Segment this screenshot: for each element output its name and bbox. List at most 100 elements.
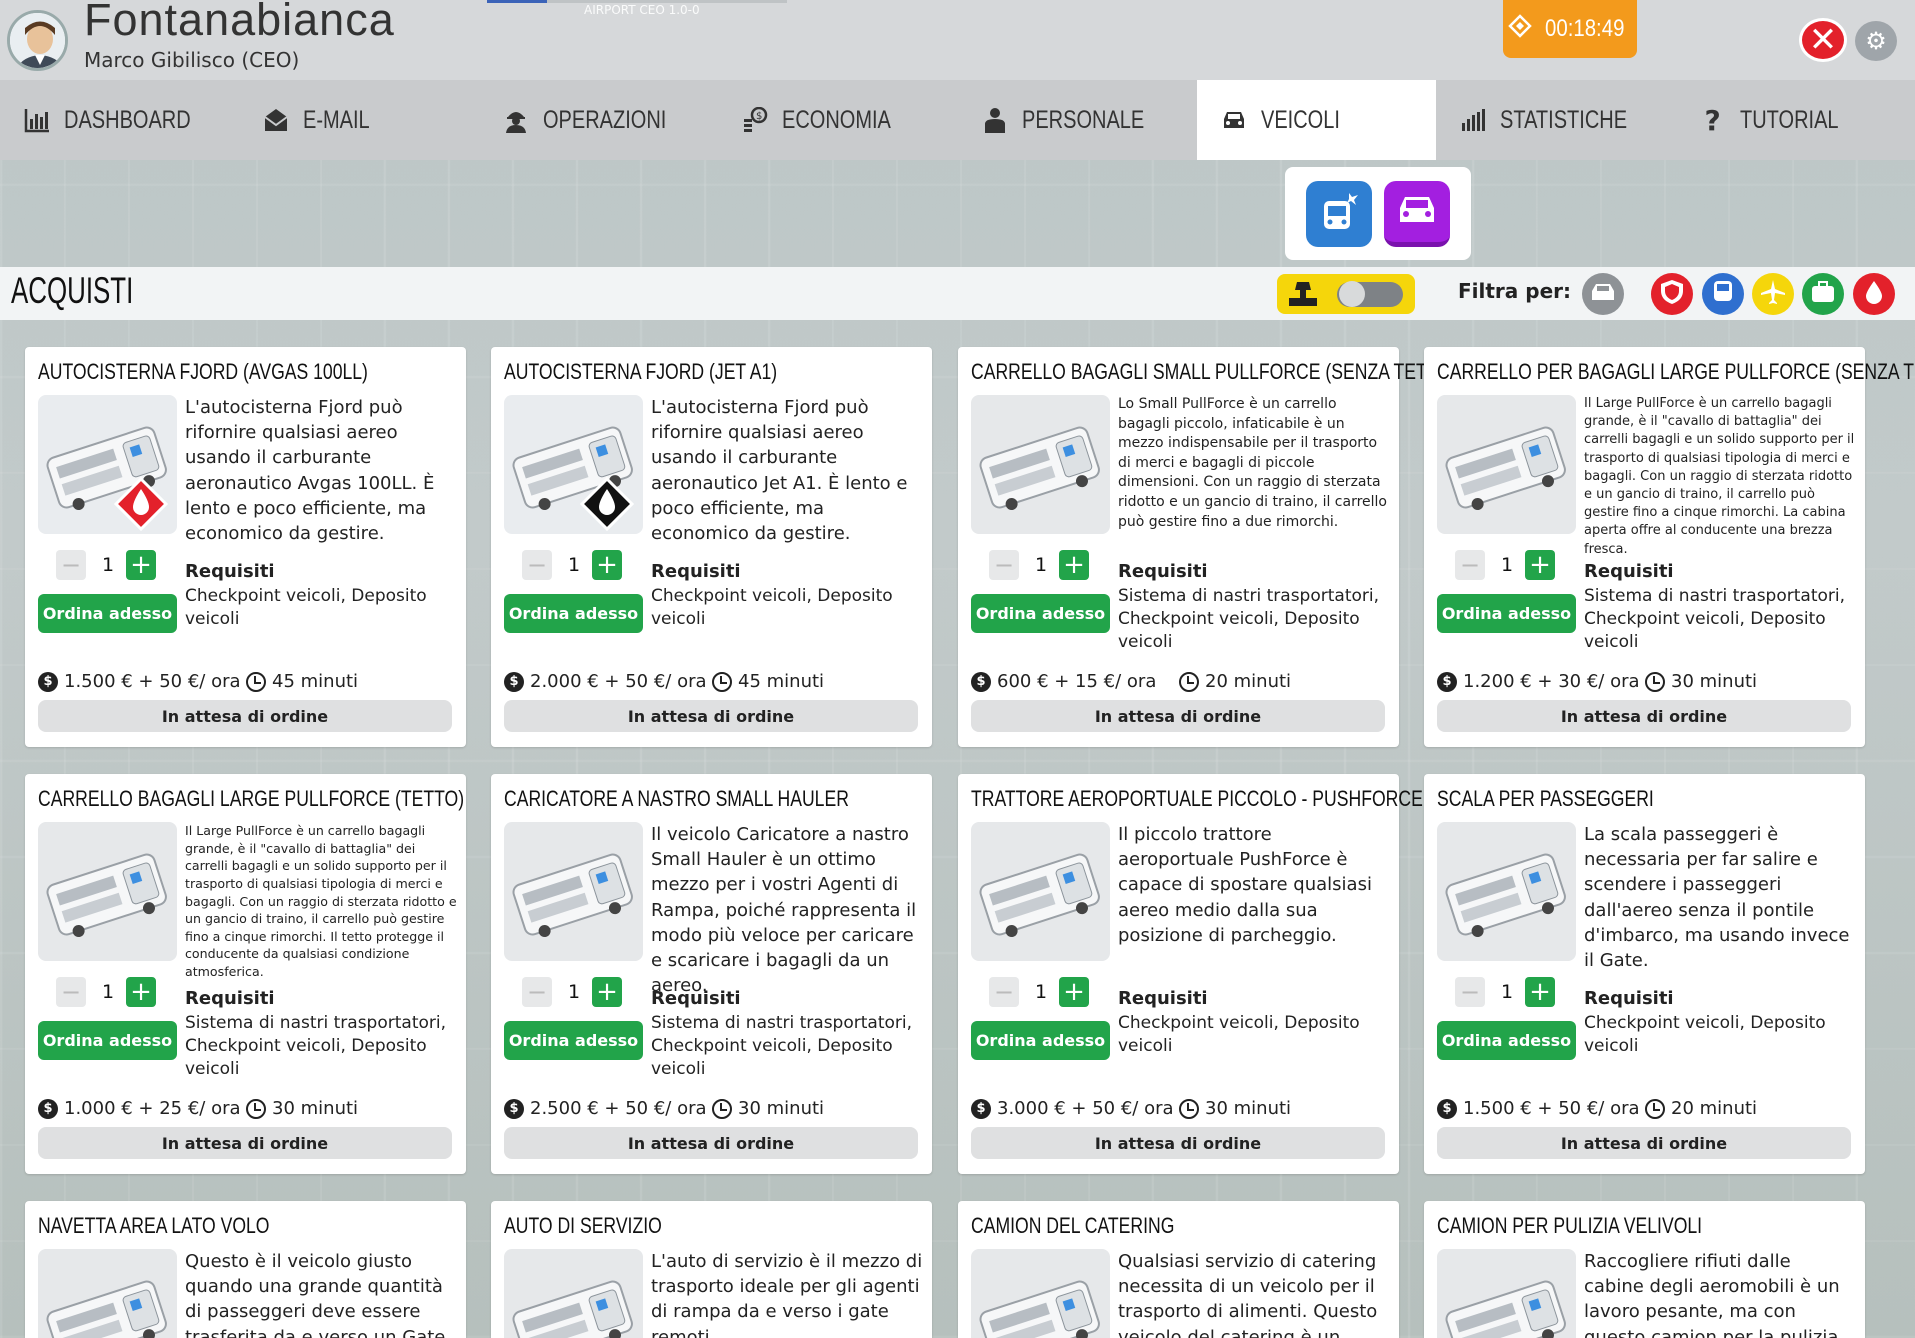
card-title-text: Caricatore a nastro Small Hauler xyxy=(504,786,849,811)
vehicle-card: Autocisterna Fjord (Jet A1) L'autocistern… xyxy=(491,347,932,747)
quantity-value: 1 xyxy=(101,554,115,576)
quantity-stepper: −1 + xyxy=(1455,977,1590,1007)
decrease-button[interactable]: − xyxy=(56,977,86,1007)
plus-icon: + xyxy=(1063,977,1085,1007)
vehicle-image xyxy=(46,853,167,937)
price-value: 1.500 € + 50 €/ ora xyxy=(1463,1098,1640,1119)
increase-button[interactable]: + xyxy=(592,550,622,580)
filter-baggage[interactable] xyxy=(1802,273,1844,315)
quantity-stepper: −1 + xyxy=(1455,550,1590,580)
tab-dashboard[interactable]: Dashboard xyxy=(0,80,239,160)
price-value: 3.000 € + 50 €/ ora xyxy=(997,1098,1174,1119)
minus-icon: − xyxy=(526,551,548,579)
tab-label: Dashboard xyxy=(64,105,191,134)
increase-button[interactable]: + xyxy=(1059,977,1089,1007)
game-timer[interactable]: 00:18:49 xyxy=(1503,0,1637,58)
subnav-airside-vehicles[interactable] xyxy=(1306,180,1372,247)
decrease-button[interactable]: − xyxy=(1455,977,1485,1007)
card-title-text: Autocisterna Fjord (Avgas 100LL) xyxy=(38,359,368,384)
settings-button[interactable]: ⚙ xyxy=(1855,21,1897,61)
clock-icon xyxy=(246,1098,266,1119)
person-icon xyxy=(982,107,1008,133)
time-value: 45 minuti xyxy=(738,671,825,692)
airport-bus-icon xyxy=(1316,189,1362,239)
order-status: In attesa di ordine xyxy=(38,1127,452,1159)
order-status: In attesa di ordine xyxy=(1437,1127,1851,1159)
order-now-button[interactable]: Ordina adesso xyxy=(38,594,177,633)
card-title: Auto di servizio xyxy=(504,1213,701,1239)
filter-security[interactable] xyxy=(1651,273,1693,315)
order-status: In attesa di ordine xyxy=(504,700,918,732)
section-title: Acquisti xyxy=(11,269,186,312)
increase-button[interactable]: + xyxy=(592,977,622,1007)
order-now-button[interactable]: Ordina adesso xyxy=(971,594,1110,633)
vehicle-image xyxy=(979,426,1100,510)
order-now-button[interactable]: Ordina adesso xyxy=(1437,1021,1576,1060)
tab-label: Statistiche xyxy=(1500,105,1628,134)
time-value: 30 minuti xyxy=(738,1098,825,1119)
vehicle-thumbnail xyxy=(504,822,643,961)
filter-all-vehicles[interactable] xyxy=(1582,273,1624,315)
order-now-button[interactable]: Ordina adesso xyxy=(971,1021,1110,1060)
toggle-switch[interactable] xyxy=(1337,281,1403,307)
subnav-service-vehicles[interactable] xyxy=(1384,180,1450,247)
tab-email[interactable]: E-mail xyxy=(239,80,478,160)
order-now-button[interactable]: Ordina adesso xyxy=(504,594,643,633)
card-description: L'autocisterna Fjord può rifornire quals… xyxy=(185,397,435,544)
clock-icon xyxy=(712,1098,732,1119)
delivery-time: 30 minuti xyxy=(712,1098,824,1119)
filter-bus[interactable] xyxy=(1702,273,1744,315)
increase-button[interactable]: + xyxy=(126,550,156,580)
order-now-button[interactable]: Ordina adesso xyxy=(38,1021,177,1060)
price-value: 2.500 € + 50 €/ ora xyxy=(530,1098,707,1119)
decrease-button[interactable]: − xyxy=(989,977,1019,1007)
time-value: 20 minuti xyxy=(1205,671,1292,692)
minus-icon: − xyxy=(993,978,1015,1006)
section-title-text: Acquisti xyxy=(11,270,134,311)
coins-icon: $ xyxy=(742,107,768,133)
card-title-text: Carrello bagagli Large PullForce (tetto) xyxy=(38,786,465,811)
card-description: Lo Small PullForce è un carrello bagagli… xyxy=(1118,396,1387,530)
close-icon: ✕ xyxy=(1808,20,1838,60)
filter-fuel[interactable] xyxy=(1853,273,1895,315)
decrease-button[interactable]: − xyxy=(1455,550,1485,580)
requirements-title: Requisiti xyxy=(651,988,741,1009)
clock-icon xyxy=(1645,671,1665,692)
decrease-button[interactable]: − xyxy=(522,550,552,580)
tab-personale[interactable]: Personale xyxy=(958,80,1197,160)
tab-tutorial[interactable]: ? Tutorial xyxy=(1676,80,1915,160)
tab-veicoli[interactable]: Veicoli xyxy=(1196,80,1437,160)
increase-button[interactable]: + xyxy=(126,977,156,1007)
ceo-avatar[interactable] xyxy=(7,10,68,71)
requirements-text: Sistema di nastri trasportatori, Checkpo… xyxy=(1118,586,1380,652)
time-value: 45 minuti xyxy=(272,671,359,692)
decrease-button[interactable]: − xyxy=(522,977,552,1007)
tab-economia[interactable]: $ Economia xyxy=(718,80,957,160)
increase-button[interactable]: + xyxy=(1525,550,1555,580)
card-description: L'autocisterna Fjord può rifornire quals… xyxy=(651,397,908,544)
vehicle-image xyxy=(979,853,1100,937)
tab-statistiche[interactable]: Statistiche xyxy=(1436,80,1675,160)
airport-filter-toggle[interactable] xyxy=(1277,274,1415,314)
card-title: Camion per pulizia velivoli xyxy=(1437,1213,1768,1239)
card-title: Carrello per bagagli Large PullForce (se… xyxy=(1437,359,1915,385)
tab-operazioni[interactable]: Operazioni xyxy=(479,80,718,160)
time-value: 30 minuti xyxy=(1671,671,1758,692)
filter-aircraft[interactable] xyxy=(1752,273,1794,315)
decrease-button[interactable]: − xyxy=(56,550,86,580)
decrease-button[interactable]: − xyxy=(989,550,1019,580)
increase-button[interactable]: + xyxy=(1059,550,1089,580)
card-description: Il Large PullForce è un carrello bagagli… xyxy=(185,823,457,979)
order-now-button[interactable]: Ordina adesso xyxy=(1437,594,1576,633)
card-description: La scala passeggeri è necessaria per far… xyxy=(1584,824,1850,971)
increase-button[interactable]: + xyxy=(1525,977,1555,1007)
timer-value: 00:18:49 xyxy=(1545,15,1625,42)
plus-icon: + xyxy=(130,550,152,580)
vehicle-image xyxy=(1445,853,1566,937)
order-now-button[interactable]: Ordina adesso xyxy=(504,1021,643,1060)
minus-icon: − xyxy=(60,551,82,579)
vehicle-thumbnail xyxy=(1437,395,1576,534)
plus-icon: + xyxy=(130,977,152,1007)
quantity-value: 1 xyxy=(567,554,581,576)
close-button[interactable]: ✕ xyxy=(1799,18,1847,62)
